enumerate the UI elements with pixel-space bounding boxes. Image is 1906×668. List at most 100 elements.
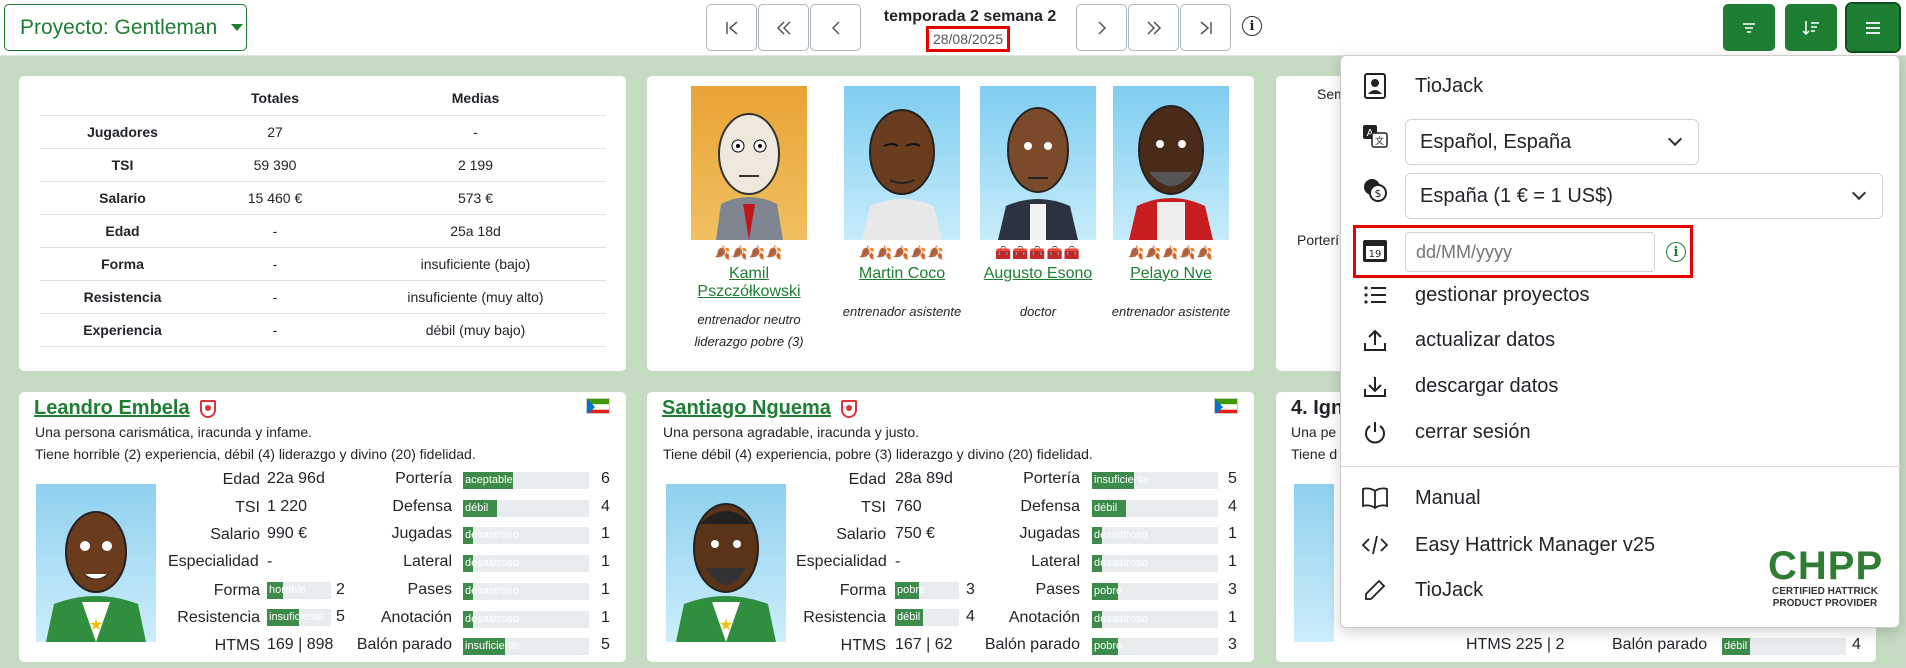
staff-member: 🧰🧰🧰🧰🧰 Augusto Esono doctor [968, 86, 1108, 323]
last-week-button[interactable] [1180, 4, 1231, 51]
staff-role: entrenador asistente [1111, 304, 1231, 319]
summary-header: Totales [205, 82, 345, 116]
staff-role: doctor [1019, 304, 1057, 319]
double-chevron-left-icon [776, 20, 791, 35]
skill-label: Balón parado [356, 636, 452, 654]
staff-name-link[interactable]: Augusto Esono [968, 265, 1108, 283]
filter-button[interactable] [1723, 4, 1775, 51]
date-info-icon[interactable]: i [1666, 242, 1686, 262]
caret-down-icon [231, 24, 244, 31]
menu-update-data[interactable]: actualizar datos [1361, 326, 1555, 354]
stat-label: Resistencia [177, 608, 260, 626]
menu-manage-projects[interactable]: gestionar proyectos [1361, 281, 1590, 309]
skill-label: Pases [1035, 580, 1080, 598]
staff-level-icons: 🍂🍂🍂🍂🍂 [859, 245, 945, 260]
summary-header-row: Totales Medias [40, 82, 606, 116]
project-dropdown-button[interactable]: Proyecto: Gentleman [4, 4, 247, 51]
stat-label: TSI [235, 498, 260, 516]
season-week-label: temporada 2 semana 2 [883, 8, 1057, 25]
menu-button[interactable] [1845, 2, 1901, 53]
chevron-right-icon [1097, 20, 1106, 35]
skill-bar: desastroso [463, 582, 589, 600]
book-icon [1361, 484, 1389, 512]
svg-text:★: ★ [719, 615, 733, 634]
skill-bar: desastroso [1092, 555, 1218, 573]
shield-icon [841, 400, 857, 418]
row-label: Edad [40, 214, 205, 248]
stat-specialty: - [267, 553, 273, 570]
skill-label: Defensa [392, 497, 452, 515]
current-date: 28/08/2025 [926, 26, 1010, 52]
svg-text:★: ★ [89, 615, 103, 634]
row-label: Jugadores [40, 115, 205, 149]
user-menu: TioJack A文 Español, España $ España (1 €… [1340, 55, 1901, 628]
staff-leadership: liderazgo pobre (3) [694, 334, 804, 349]
row-total: 59 390 [205, 148, 345, 182]
stat-label: Especialidad [796, 553, 887, 570]
row-label: Experiencia [40, 313, 205, 347]
skill-bar: pobre [1092, 582, 1218, 600]
previous-week-button[interactable] [810, 4, 861, 51]
forward-many-button[interactable] [1128, 4, 1179, 51]
skill-bar: insuficiente [463, 638, 589, 656]
shield-icon [200, 400, 216, 418]
stat-label: TSI [861, 498, 886, 516]
staff-member: 🍂🍂🍂🍂🍂 Pelayo Nve entrenador asistente [1101, 86, 1241, 323]
player-personality: Una persona carismática, iracunda y infa… [35, 424, 313, 440]
filter-icon [1743, 22, 1755, 33]
staff-member: 🍂🍂🍂🍂 Kamil Pszczółkowski entrenador neut… [679, 86, 819, 353]
info-icon[interactable]: i [1242, 16, 1262, 36]
skill-value: 1 [601, 525, 610, 543]
double-chevron-right-icon [1146, 20, 1161, 35]
skill-bar: desastroso [1092, 527, 1218, 545]
player-personality: Una persona agradable, iracunda y justo. [663, 424, 920, 440]
menu-manual[interactable]: Manual [1361, 484, 1481, 512]
player-name-link[interactable]: 4. Ign [1291, 397, 1343, 420]
stat-label: Salario [210, 525, 260, 543]
stat-label: Forma [213, 581, 260, 599]
menu-download-data[interactable]: descargar datos [1361, 372, 1558, 400]
skill-label: Pases [407, 580, 452, 598]
skill-bar: pobre [1092, 638, 1218, 656]
skill-value: 4 [1852, 636, 1861, 653]
chevron-left-icon [831, 20, 840, 35]
first-week-button[interactable] [706, 4, 757, 51]
menu-user[interactable]: TioJack [1361, 72, 1483, 100]
skill-bar: débil [463, 499, 589, 517]
menu-app-version[interactable]: Easy Hattrick Manager v25 [1361, 531, 1655, 559]
player-name-link[interactable]: Santiago Nguema [662, 397, 831, 420]
chevron-down-icon [1667, 131, 1683, 147]
skill-bar: aceptable [463, 472, 589, 489]
skill-value: 1 [1228, 525, 1237, 543]
sort-button[interactable] [1785, 4, 1837, 51]
language-select[interactable]: Español, España [1405, 119, 1699, 165]
skill-value: 3 [1228, 580, 1237, 598]
skill-label: Balón parado [984, 636, 1080, 654]
skill-label: Lateral [403, 553, 452, 571]
back-many-button[interactable] [758, 4, 809, 51]
menu-author[interactable]: TioJack [1361, 576, 1483, 604]
player-name-link[interactable]: Leandro Embela [34, 397, 190, 420]
svg-text:$: $ [1375, 187, 1382, 200]
next-week-button[interactable] [1076, 4, 1127, 51]
staff-role: entrenador asistente [842, 304, 962, 319]
staff-name-link[interactable]: Kamil Pszczółkowski [679, 265, 819, 301]
power-icon [1361, 418, 1389, 446]
calendar-icon: 19 [1361, 236, 1389, 264]
player-avatar: ★ [666, 484, 786, 642]
download-icon [1361, 372, 1389, 400]
date-input[interactable] [1405, 232, 1655, 272]
currency-select[interactable]: España (1 € = 1 US$) [1405, 173, 1883, 219]
staff-name-link[interactable]: Pelayo Nve [1101, 265, 1241, 283]
stat-label: Resistencia [803, 608, 886, 626]
player-avatar [1294, 484, 1334, 642]
upload-icon [1361, 326, 1389, 354]
skill-label: Defensa [1020, 497, 1080, 515]
staff-level-icons: 🧰🧰🧰🧰🧰 [995, 245, 1081, 260]
skill-value: 6 [601, 470, 610, 487]
menu-logout[interactable]: cerrar sesión [1361, 418, 1531, 446]
stat-label: HTMS [840, 636, 886, 654]
stat-label: Salario [836, 525, 886, 543]
skill-value: 5 [1228, 470, 1237, 487]
staff-name-link[interactable]: Martin Coco [832, 265, 972, 283]
